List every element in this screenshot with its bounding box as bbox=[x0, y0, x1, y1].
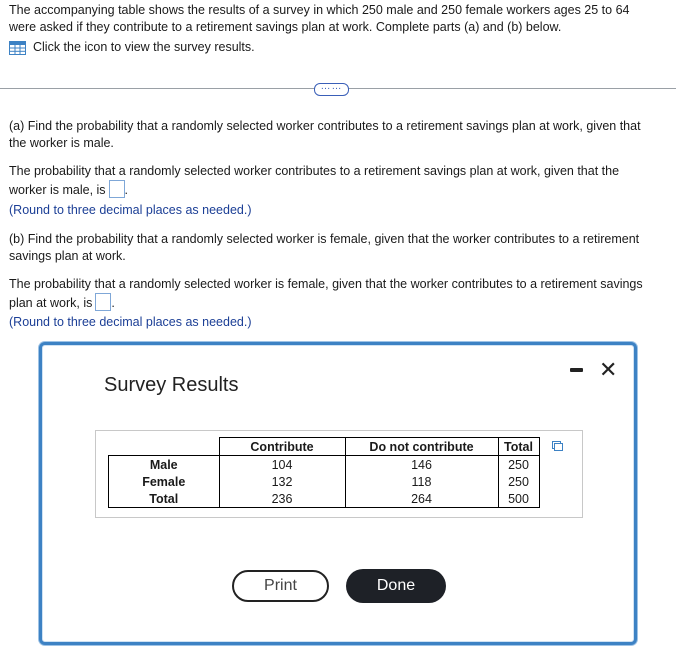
table-corner-cell bbox=[109, 438, 220, 456]
part-a-question-line-2: the worker is male. bbox=[9, 136, 114, 150]
table-icon[interactable] bbox=[9, 40, 26, 55]
table-cell: 236 bbox=[218, 490, 345, 508]
survey-results-link[interactable]: Click the icon to view the survey result… bbox=[9, 39, 669, 56]
row-label-total: Total bbox=[108, 490, 219, 508]
part-b-question-line-1: (b) Find the probability that a randomly… bbox=[9, 232, 640, 246]
row-label-male: Male bbox=[108, 455, 219, 473]
part-b-answer-line-1: The probability that a randomly selected… bbox=[9, 277, 643, 291]
dialog-title: Survey Results bbox=[104, 374, 239, 396]
part-a-answer-text: worker is male, is bbox=[9, 183, 106, 197]
part-a-question-line-1: (a) Find the probability that a randomly… bbox=[9, 119, 641, 133]
table-cell: 264 bbox=[344, 490, 498, 508]
minimize-icon[interactable] bbox=[570, 368, 583, 372]
row-label-female: Female bbox=[108, 473, 219, 490]
part-b-answer-input[interactable] bbox=[95, 293, 112, 311]
table-row: Female 132 118 250 bbox=[108, 473, 540, 490]
part-b-hint: (Round to three decimal places as needed… bbox=[9, 315, 252, 329]
part-b-question-line-2: savings plan at work. bbox=[9, 249, 126, 263]
print-button[interactable]: Print bbox=[232, 570, 329, 602]
survey-table: Contribute Do not contribute Total Male … bbox=[108, 437, 540, 508]
part-b-question: (b) Find the probability that a randomly… bbox=[9, 231, 669, 265]
intro-text: The accompanying table shows the results… bbox=[9, 2, 669, 56]
table-cell: 500 bbox=[497, 490, 540, 508]
col-header-total: Total bbox=[497, 437, 540, 456]
part-a-hint: (Round to three decimal places as needed… bbox=[9, 203, 252, 217]
part-b-answer: The probability that a randomly selected… bbox=[9, 276, 669, 312]
col-header-contribute: Contribute bbox=[218, 437, 345, 456]
part-b-answer-text: plan at work, is bbox=[9, 296, 93, 310]
part-a-answer-input[interactable] bbox=[108, 180, 125, 198]
expand-more-button[interactable]: …… bbox=[314, 82, 349, 96]
part-a-answer-line-1: The probability that a randomly selected… bbox=[9, 164, 620, 178]
copy-icon[interactable] bbox=[552, 441, 563, 451]
table-row: Male 104 146 250 bbox=[108, 455, 540, 473]
table-cell: 250 bbox=[497, 473, 540, 490]
survey-results-dialog: Survey Results ✕ Contribute Do not contr… bbox=[39, 342, 637, 645]
table-cell: 132 bbox=[218, 473, 345, 490]
close-icon[interactable]: ✕ bbox=[599, 359, 617, 381]
table-cell: 118 bbox=[344, 473, 498, 490]
table-cell: 146 bbox=[344, 455, 498, 473]
table-row: Total 236 264 500 bbox=[108, 490, 540, 508]
table-cell: 250 bbox=[497, 455, 540, 473]
part-b-answer-line-2: plan at work, is. bbox=[9, 293, 669, 312]
col-header-not-contribute: Do not contribute bbox=[344, 437, 498, 456]
survey-table-frame: Contribute Do not contribute Total Male … bbox=[95, 430, 583, 518]
intro-line-1: The accompanying table shows the results… bbox=[9, 3, 630, 17]
survey-link-text[interactable]: Click the icon to view the survey result… bbox=[33, 39, 255, 56]
part-a-question: (a) Find the probability that a randomly… bbox=[9, 118, 669, 152]
part-a-answer-line-2: worker is male, is. bbox=[9, 180, 669, 199]
table-cell: 104 bbox=[218, 455, 345, 473]
intro-line-2: were asked if they contribute to a retir… bbox=[9, 20, 562, 34]
table-header-row: Contribute Do not contribute Total bbox=[109, 437, 540, 456]
part-a-answer: The probability that a randomly selected… bbox=[9, 163, 669, 199]
done-button[interactable]: Done bbox=[346, 569, 446, 603]
